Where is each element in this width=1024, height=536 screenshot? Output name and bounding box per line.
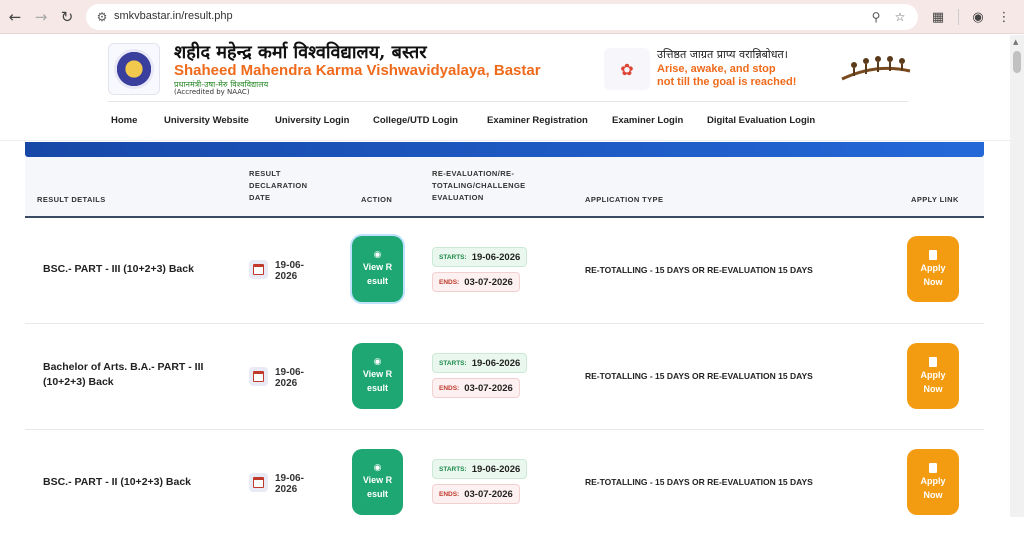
start-date-badge: STARTS: 19-06-2026 [432,353,528,373]
start-date: 19-06-2026 [471,251,521,263]
view-result-label: View Result [362,369,393,393]
header-divider [108,101,908,102]
document-icon [929,356,937,367]
logo-seal-icon [114,49,154,89]
start-date: 19-06-2026 [471,463,521,475]
start-date-badge: STARTS: 19-06-2026 [432,459,528,479]
end-date: 03-07-2026 [464,382,513,394]
motto-line-2: not till the goal is reached! [657,76,797,88]
address-bar[interactable]: ⚙ smkvbastar.in/result.php ⚲ ☆ [86,4,918,30]
toolbar-divider [958,9,959,25]
nav-examiner-registration[interactable]: Examiner Registration [487,115,588,126]
apply-now-label: Apply Now [920,475,946,500]
nav-examiner-login[interactable]: Examiner Login [612,115,683,126]
calendar-icon [249,260,268,279]
header-result-details: RESULT DETAILS [37,195,106,204]
end-date-badge: ENDS: 03-07-2026 [432,484,520,504]
kebab-menu-icon[interactable]: ⋮ [994,7,1014,27]
scrollbar-thumb[interactable] [1013,51,1021,73]
course-name: BSC.- PART - III (10+2+3) Back [43,263,194,275]
ends-label: ENDS: [439,490,460,498]
view-result-label: View Result [362,475,393,499]
nav-university-login[interactable]: University Login [275,115,349,126]
university-logo[interactable] [108,43,160,95]
emblem-logo-icon: ✿ [604,48,650,90]
site-header: शहीद महेन्द्र कर्मा विश्वविद्यालय, बस्तर… [0,35,1010,141]
end-date-badge: ENDS: 03-07-2026 [432,378,520,398]
extensions-icon[interactable]: ▦ [928,7,948,27]
header-action: ACTION [361,195,393,204]
reload-icon[interactable]: ↻ [56,6,78,28]
application-type: RE-TOTALLING - 15 DAYS OR RE-EVALUATION … [585,477,813,487]
table-row: BSC.- PART - II (10+2+3) Back 19-06-2026… [25,430,984,536]
back-arrow-icon[interactable]: ← [4,6,26,28]
starts-label: STARTS: [439,359,467,367]
declaration-date: 19-06-2026 [275,367,304,389]
motto-hindi: उत्तिष्ठत जाग्रत प्राप्य वरान्निबोधत। [657,48,788,61]
view-result-button[interactable]: ◉ View Result [352,449,403,515]
tribal-art-icon [841,56,911,81]
document-icon [929,462,937,473]
apply-now-button[interactable]: Apply Now [907,449,959,515]
end-date: 03-07-2026 [464,276,513,288]
scroll-up-icon[interactable]: ▲ [1013,38,1018,46]
motto-line-1: Arise, awake, and stop [657,63,776,75]
browser-toolbar: ← → ↻ ⚙ smkvbastar.in/result.php ⚲ ☆ ▦ ◉… [0,0,1024,34]
view-result-button[interactable]: ◉ View Result [352,236,403,302]
accreditation-text: (Accredited by NAAC) [174,88,250,96]
view-result-label: View Result [362,262,393,286]
apply-now-label: Apply Now [920,262,946,287]
apply-now-label: Apply Now [920,369,946,394]
nav-digital-evaluation-login[interactable]: Digital Evaluation Login [707,115,815,126]
table-row: Bachelor of Arts. B.A.- PART - III (10+2… [25,324,984,430]
application-type: RE-TOTALLING - 15 DAYS OR RE-EVALUATION … [585,265,813,275]
header-reevaluation: RE-EVALUATION/RE-TOTALING/CHALLENGE EVAL… [432,169,526,202]
url-text[interactable]: smkvbastar.in/result.php [114,10,233,22]
start-date-badge: STARTS: 19-06-2026 [432,247,528,267]
ends-label: ENDS: [439,384,460,392]
results-table: RESULT DETAILS RESULT DECLARATION DATE A… [25,157,984,517]
application-type: RE-TOTALLING - 15 DAYS OR RE-EVALUATION … [585,371,813,381]
declaration-date: 19-06-2026 [275,473,304,495]
nav-college-utd-login[interactable]: College/UTD Login [373,115,458,126]
page-scrollbar[interactable]: ▲ [1010,35,1024,517]
notice-band [25,142,984,157]
main-nav: Home University Website University Login… [0,115,1010,131]
calendar-icon [249,367,268,386]
apply-now-button[interactable]: Apply Now [907,236,959,302]
site-title-english: Shaheed Mahendra Karma Vishwavidyalaya, … [174,62,541,79]
site-info-icon[interactable]: ⚙ [94,9,110,25]
ends-label: ENDS: [439,278,460,286]
bookmark-star-icon[interactable]: ☆ [892,9,908,25]
declaration-date: 19-06-2026 [275,260,304,282]
profile-icon[interactable]: ◉ [968,7,988,27]
eye-icon: ◉ [373,250,382,260]
nav-university-website[interactable]: University Website [164,115,249,126]
eye-icon: ◉ [373,357,382,367]
site-title-hindi: शहीद महेन्द्र कर्मा विश्वविद्यालय, बस्तर [174,42,427,63]
header-application-type: APPLICATION TYPE [585,195,664,204]
forward-arrow-icon[interactable]: → [30,6,52,28]
view-result-button[interactable]: ◉ View Result [352,343,403,409]
end-date: 03-07-2026 [464,488,513,500]
header-declaration-date: RESULT DECLARATION DATE [249,169,308,202]
apply-now-button[interactable]: Apply Now [907,343,959,409]
document-icon [929,249,937,260]
course-name: BSC.- PART - II (10+2+3) Back [43,476,192,488]
table-header: RESULT DETAILS RESULT DECLARATION DATE A… [25,157,984,218]
nav-home[interactable]: Home [111,115,137,126]
header-apply-link: APPLY LINK [911,195,959,204]
starts-label: STARTS: [439,253,467,261]
calendar-icon [249,473,268,492]
table-row: BSC.- PART - III (10+2+3) Back 19-06-202… [25,218,984,324]
course-name: Bachelor of Arts. B.A.- PART - III (10+2… [43,361,204,388]
starts-label: STARTS: [439,465,467,473]
start-date: 19-06-2026 [471,357,521,369]
end-date-badge: ENDS: 03-07-2026 [432,272,520,292]
zoom-icon[interactable]: ⚲ [868,9,884,25]
eye-icon: ◉ [373,463,382,473]
